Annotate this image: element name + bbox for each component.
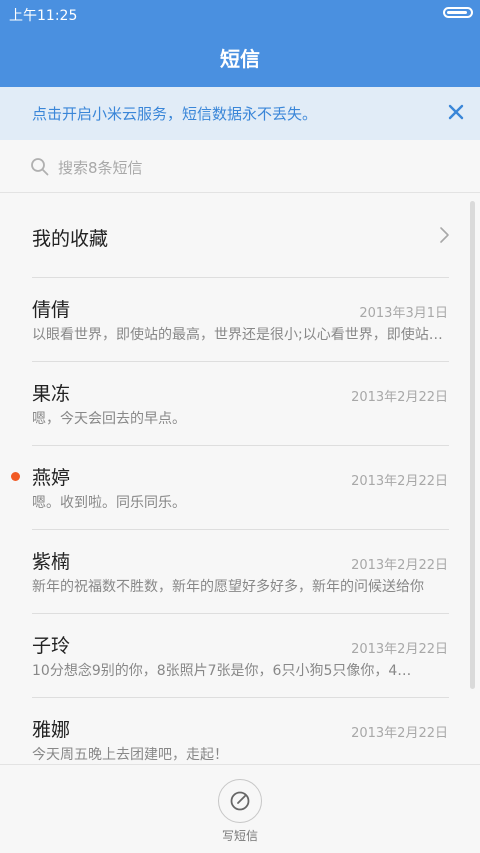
contact-name: 倩倩: [32, 299, 71, 321]
message-row[interactable]: 果冻 2013年2月22日嗯，今天会回去的早点。: [0, 361, 480, 445]
search-input[interactable]: 搜索8条短信: [0, 141, 480, 193]
search-icon: [30, 157, 50, 177]
contact-name: 子玲: [32, 635, 71, 657]
contact-name: 紫楠: [32, 551, 71, 573]
favorites-label: 我的收藏: [32, 228, 109, 250]
message-row[interactable]: 子玲 2013年2月22日 10分想念9别的你，8张照片7张是你，6只小狗5只像你，…: [0, 613, 480, 697]
message-list[interactable]: 我的收藏 倩倩 2013年3月1日以眼看世界，即使站的最高，世界还是很小;以心看世…: [0, 193, 480, 763]
contact-name: 果冻: [32, 383, 71, 405]
cloud-service-banner[interactable]: 点击开启小米云服务，短信数据永不丢失。: [0, 87, 480, 140]
message-preview: 嗯。收到啦。同乐同乐。: [32, 495, 186, 511]
compose-icon: [228, 789, 252, 813]
message-date: 2013年2月22日: [351, 558, 448, 573]
contact-name: 雅娜: [32, 719, 71, 741]
message-preview: 10分想念9别的你，8张照片7张是你，6只小狗5只像你，4…: [32, 663, 412, 679]
app-header: 上午11:25 短信: [0, 0, 480, 87]
compose-button[interactable]: [218, 779, 262, 823]
scrollbar[interactable]: [470, 201, 475, 689]
page-title: 短信: [220, 47, 260, 71]
message-date: 2013年3月1日: [359, 306, 448, 321]
message-row[interactable]: 倩倩 2013年3月1日以眼看世界，即使站的最高，世界还是很小;以心看世界，即使站…: [0, 277, 480, 361]
message-date: 2013年2月22日: [351, 474, 448, 489]
contact-name: 燕婷: [32, 467, 71, 489]
close-icon[interactable]: [440, 96, 472, 128]
chevron-right-icon: [434, 225, 454, 245]
message-date: 2013年2月22日: [351, 726, 448, 741]
message-preview: 新年的祝福数不胜数，新年的愿望好多好多，新年的问候送给你: [32, 579, 424, 595]
status-time: 上午11:25: [9, 8, 78, 24]
message-row[interactable]: 燕婷 2013年2月22日嗯。收到啦。同乐同乐。: [0, 445, 480, 529]
unread-dot-icon: [11, 472, 20, 481]
message-row[interactable]: 雅娜 2013年2月22日今天周五晚上去团建吧，走起！: [0, 697, 480, 763]
message-preview: 以眼看世界，即使站的最高，世界还是很小;以心看世界，即使站的最低，世界也是很大。: [32, 327, 450, 343]
battery-icon: [443, 7, 473, 18]
message-preview: 今天周五晚上去团建吧，走起！: [32, 747, 228, 763]
message-row[interactable]: 紫楠 2013年2月22日新年的祝福数不胜数，新年的愿望好多好多，新年的问候送给你: [0, 529, 480, 613]
banner-text: 点击开启小米云服务，短信数据永不丢失。: [32, 105, 318, 123]
battery-level: [447, 11, 467, 14]
search-placeholder: 搜索8条短信: [58, 159, 143, 177]
favorites-row[interactable]: 我的收藏: [0, 193, 480, 277]
status-bar: 上午11:25: [0, 0, 480, 26]
compose-label: 写短信: [221, 829, 258, 843]
message-date: 2013年2月22日: [351, 390, 448, 405]
message-date: 2013年2月22日: [351, 642, 448, 657]
message-preview: 嗯，今天会回去的早点。: [32, 411, 186, 427]
